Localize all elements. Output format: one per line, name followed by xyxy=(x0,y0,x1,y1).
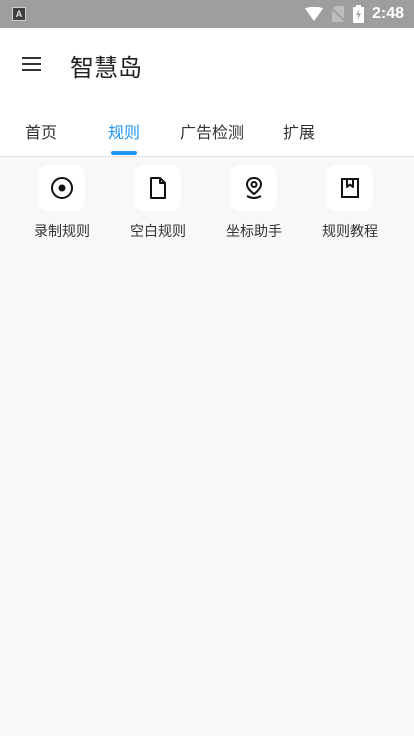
tile-label: 录制规则 xyxy=(34,224,90,240)
rules-panel: 录制规则 空白规则 坐标助手 规则教程 xyxy=(0,157,414,736)
status-time: 2:48 xyxy=(371,5,404,22)
wifi-icon xyxy=(304,7,323,21)
tile-icon-box xyxy=(231,165,277,211)
notification-icon: A xyxy=(12,7,26,21)
tab-ad-detection[interactable]: 广告检测 xyxy=(180,119,244,143)
coordinate-helper-tile[interactable]: 坐标助手 xyxy=(206,165,302,245)
no-sim-icon xyxy=(330,6,345,22)
record-icon xyxy=(51,177,73,199)
record-rule-tile[interactable]: 录制规则 xyxy=(14,165,110,245)
location-pin-icon xyxy=(245,176,263,199)
tile-label: 坐标助手 xyxy=(226,224,282,240)
bookmark-book-icon xyxy=(341,178,359,198)
menu-button[interactable] xyxy=(20,54,44,74)
tab-bar: 首页 规则 广告检测 扩展 xyxy=(0,102,414,157)
rule-tutorial-tile[interactable]: 规则教程 xyxy=(302,165,398,245)
tab-indicator xyxy=(111,151,137,155)
tab-rules[interactable]: 规则 xyxy=(108,119,140,143)
tile-icon-box xyxy=(135,165,181,211)
blank-rule-tile[interactable]: 空白规则 xyxy=(110,165,206,245)
battery-charging-icon xyxy=(352,5,364,23)
blank-file-icon xyxy=(150,177,166,199)
tile-label: 空白规则 xyxy=(130,224,186,240)
app-bar: 智慧岛 xyxy=(0,28,414,102)
tab-home[interactable]: 首页 xyxy=(25,119,57,143)
tab-extensions[interactable]: 扩展 xyxy=(283,119,315,143)
hamburger-menu-icon xyxy=(22,57,41,71)
app-title: 智慧岛 xyxy=(70,54,142,82)
tile-icon-box xyxy=(39,165,85,211)
tile-icon-box xyxy=(327,165,373,211)
status-icons: 2:48 xyxy=(304,0,404,28)
tile-label: 规则教程 xyxy=(322,224,378,240)
status-bar: A 2:48 xyxy=(0,0,414,28)
